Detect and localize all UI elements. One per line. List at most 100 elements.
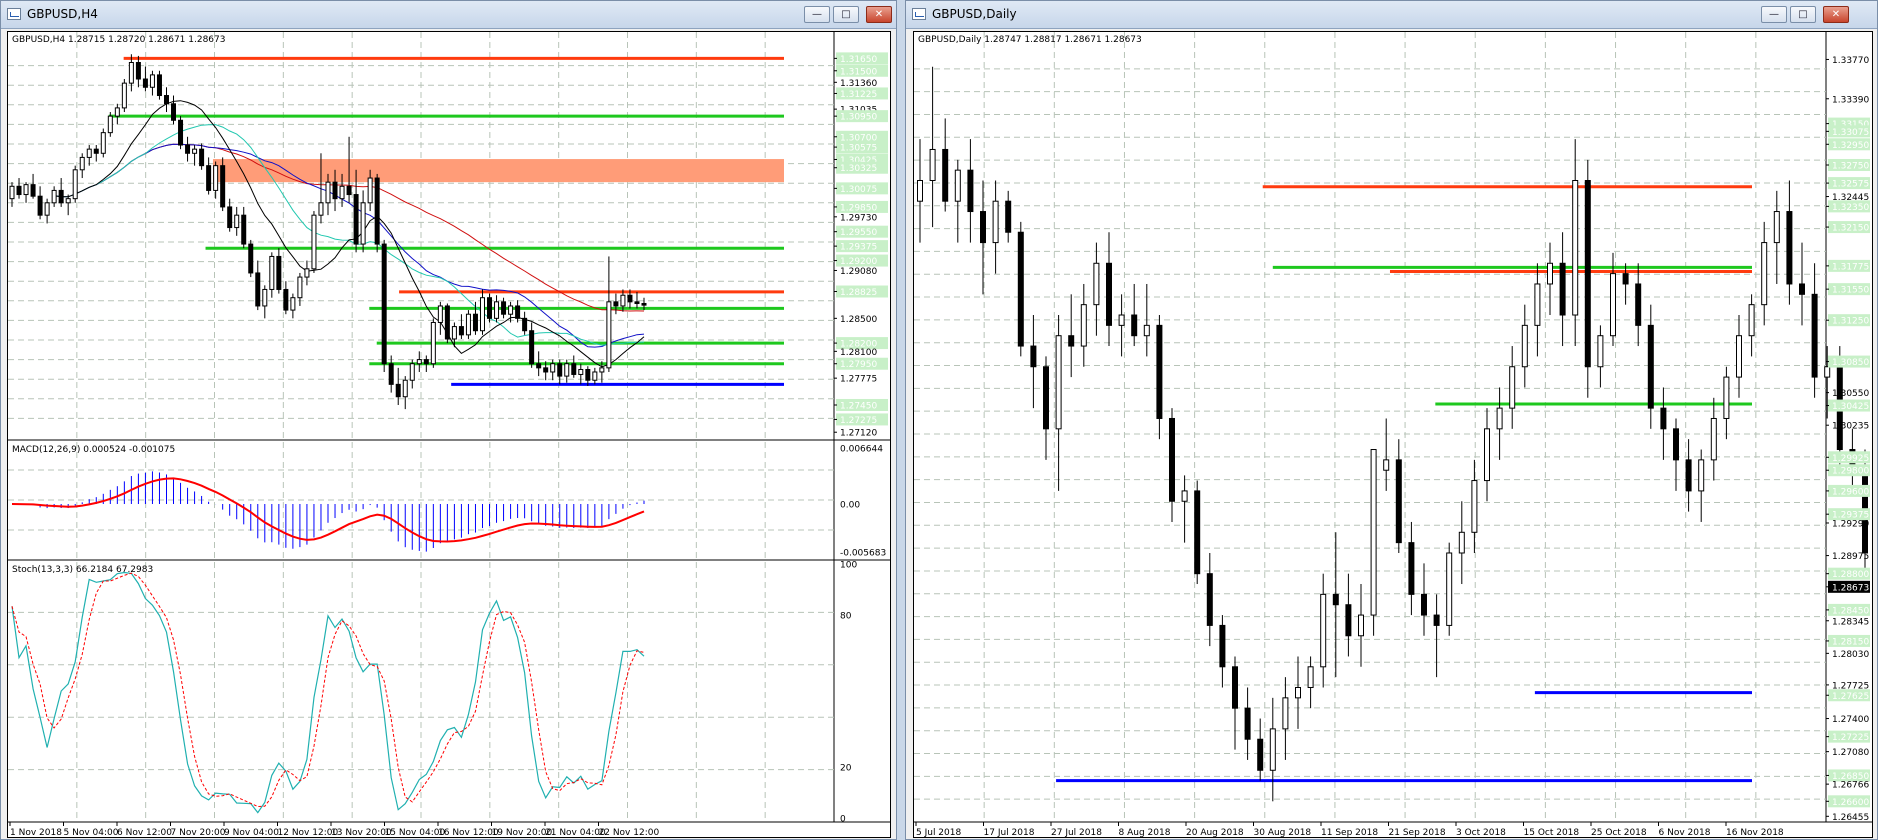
candle-bear[interactable] xyxy=(501,301,507,315)
candle-bull[interactable] xyxy=(234,214,240,229)
candle-bull[interactable] xyxy=(1383,459,1390,471)
candle-bear[interactable] xyxy=(255,272,261,307)
candle-bull[interactable] xyxy=(409,363,415,381)
window-titlebar[interactable]: GBPUSD,Daily — □ ✕ xyxy=(906,1,1877,29)
candle-bear[interactable] xyxy=(1068,335,1075,347)
candle-bear[interactable] xyxy=(557,363,563,377)
candle-bull[interactable] xyxy=(65,198,71,204)
candle-bear[interactable] xyxy=(444,305,450,340)
candle-bull[interactable] xyxy=(465,313,471,336)
close-button[interactable]: ✕ xyxy=(1823,6,1849,23)
candle-bear[interactable] xyxy=(1635,283,1642,326)
candle-bull[interactable] xyxy=(954,169,961,202)
candle-bull[interactable] xyxy=(107,115,113,134)
candle-bear[interactable] xyxy=(536,363,542,369)
candle-bull[interactable] xyxy=(416,359,422,365)
candle-bear[interactable] xyxy=(185,144,191,154)
candle-bear[interactable] xyxy=(227,206,233,229)
candle-bear[interactable] xyxy=(458,326,464,336)
candle-bull[interactable] xyxy=(114,107,120,117)
candle-bull[interactable] xyxy=(1307,666,1314,688)
candle-bear[interactable] xyxy=(634,301,640,304)
candle-bear[interactable] xyxy=(1257,738,1264,771)
candle-bull[interactable] xyxy=(508,305,514,315)
candle-bear[interactable] xyxy=(171,103,177,121)
candle-bull[interactable] xyxy=(367,177,373,204)
candle-bull[interactable] xyxy=(1597,335,1604,368)
candle-bull[interactable] xyxy=(479,297,485,332)
candle-bear[interactable] xyxy=(1244,707,1251,740)
candle-bull[interactable] xyxy=(1521,324,1528,368)
candle-bull[interactable] xyxy=(1547,262,1553,285)
candle-bear[interactable] xyxy=(613,301,619,307)
candle-bear[interactable] xyxy=(641,302,647,306)
candle-bear[interactable] xyxy=(1559,262,1566,316)
candle-bear[interactable] xyxy=(1017,231,1024,347)
candle-bull[interactable] xyxy=(1471,480,1478,533)
candle-bear[interactable] xyxy=(1786,211,1793,285)
candle-bull[interactable] xyxy=(269,255,275,290)
candle-bull[interactable] xyxy=(318,202,324,216)
candle-bear[interactable] xyxy=(163,95,169,105)
candle-bull[interactable] xyxy=(1773,211,1780,244)
candle-bear[interactable] xyxy=(206,165,212,191)
candle-bull[interactable] xyxy=(1446,552,1453,626)
candle-bear[interactable] xyxy=(423,359,429,365)
candle-bull[interactable] xyxy=(1269,728,1276,771)
candle-bear[interactable] xyxy=(1030,345,1037,368)
candle-bear[interactable] xyxy=(332,181,338,200)
candle-bull[interactable] xyxy=(1748,304,1755,337)
candle-bull[interactable] xyxy=(992,200,999,244)
candle-bear[interactable] xyxy=(1169,417,1175,502)
candle-bull[interactable] xyxy=(360,202,366,245)
candle-bear[interactable] xyxy=(1622,273,1629,285)
close-button[interactable]: ✕ xyxy=(866,6,892,23)
candle-bull[interactable] xyxy=(430,321,436,365)
candle-bear[interactable] xyxy=(472,313,478,332)
candle-bull[interactable] xyxy=(1143,324,1150,337)
candle-bear[interactable] xyxy=(16,185,22,196)
candle-bull[interactable] xyxy=(1824,366,1831,378)
candle-bear[interactable] xyxy=(381,243,387,365)
candle-bear[interactable] xyxy=(1395,459,1402,544)
candle-bear[interactable] xyxy=(1673,428,1679,461)
candle-bull[interactable] xyxy=(262,288,268,307)
candle-bear[interactable] xyxy=(1408,542,1415,595)
candle-bear[interactable] xyxy=(967,169,974,213)
h4-chart-svg[interactable]: 1.316501.315001.313601.312251.310351.309… xyxy=(8,32,891,838)
candle-bear[interactable] xyxy=(93,148,99,154)
candle-bear[interactable] xyxy=(1156,324,1163,419)
candle-bull[interactable] xyxy=(9,185,15,200)
candle-bear[interactable] xyxy=(374,177,380,245)
candle-bull[interactable] xyxy=(304,268,310,278)
maximize-button[interactable]: □ xyxy=(833,6,859,23)
candle-bull[interactable] xyxy=(1370,449,1377,616)
candle-bull[interactable] xyxy=(1509,366,1516,409)
candle-bull[interactable] xyxy=(1358,614,1364,637)
candle-bear[interactable] xyxy=(346,185,352,196)
candle-bear[interactable] xyxy=(1332,593,1339,606)
candle-bull[interactable] xyxy=(44,202,50,216)
candle-bull[interactable] xyxy=(592,371,598,381)
candle-bull[interactable] xyxy=(1458,531,1465,554)
minimize-button[interactable]: — xyxy=(804,6,830,23)
candle-bear[interactable] xyxy=(241,214,247,245)
candle-bear[interactable] xyxy=(135,62,141,80)
candle-bull[interactable] xyxy=(51,189,57,204)
candle-bear[interactable] xyxy=(30,184,36,197)
candle-bull[interactable] xyxy=(451,326,457,340)
candle-bull[interactable] xyxy=(1761,242,1768,306)
candle-bear[interactable] xyxy=(522,317,528,332)
candle-bear[interactable] xyxy=(1005,200,1012,233)
chart-window-daily[interactable]: GBPUSD,Daily — □ ✕ 1.33770 1.33390 1.33150… xyxy=(905,0,1878,840)
candle-bear[interactable] xyxy=(627,294,633,303)
candle-bear[interactable] xyxy=(1206,573,1213,626)
candle-bear[interactable] xyxy=(1131,314,1138,337)
candle-bull[interactable] xyxy=(325,181,331,204)
minimize-button[interactable]: — xyxy=(1761,6,1787,23)
candle-bull[interactable] xyxy=(1295,686,1301,699)
candle-bear[interactable] xyxy=(515,305,521,319)
candle-bear[interactable] xyxy=(353,194,359,245)
candle-bull[interactable] xyxy=(599,367,605,373)
candle-bear[interactable] xyxy=(395,383,401,398)
